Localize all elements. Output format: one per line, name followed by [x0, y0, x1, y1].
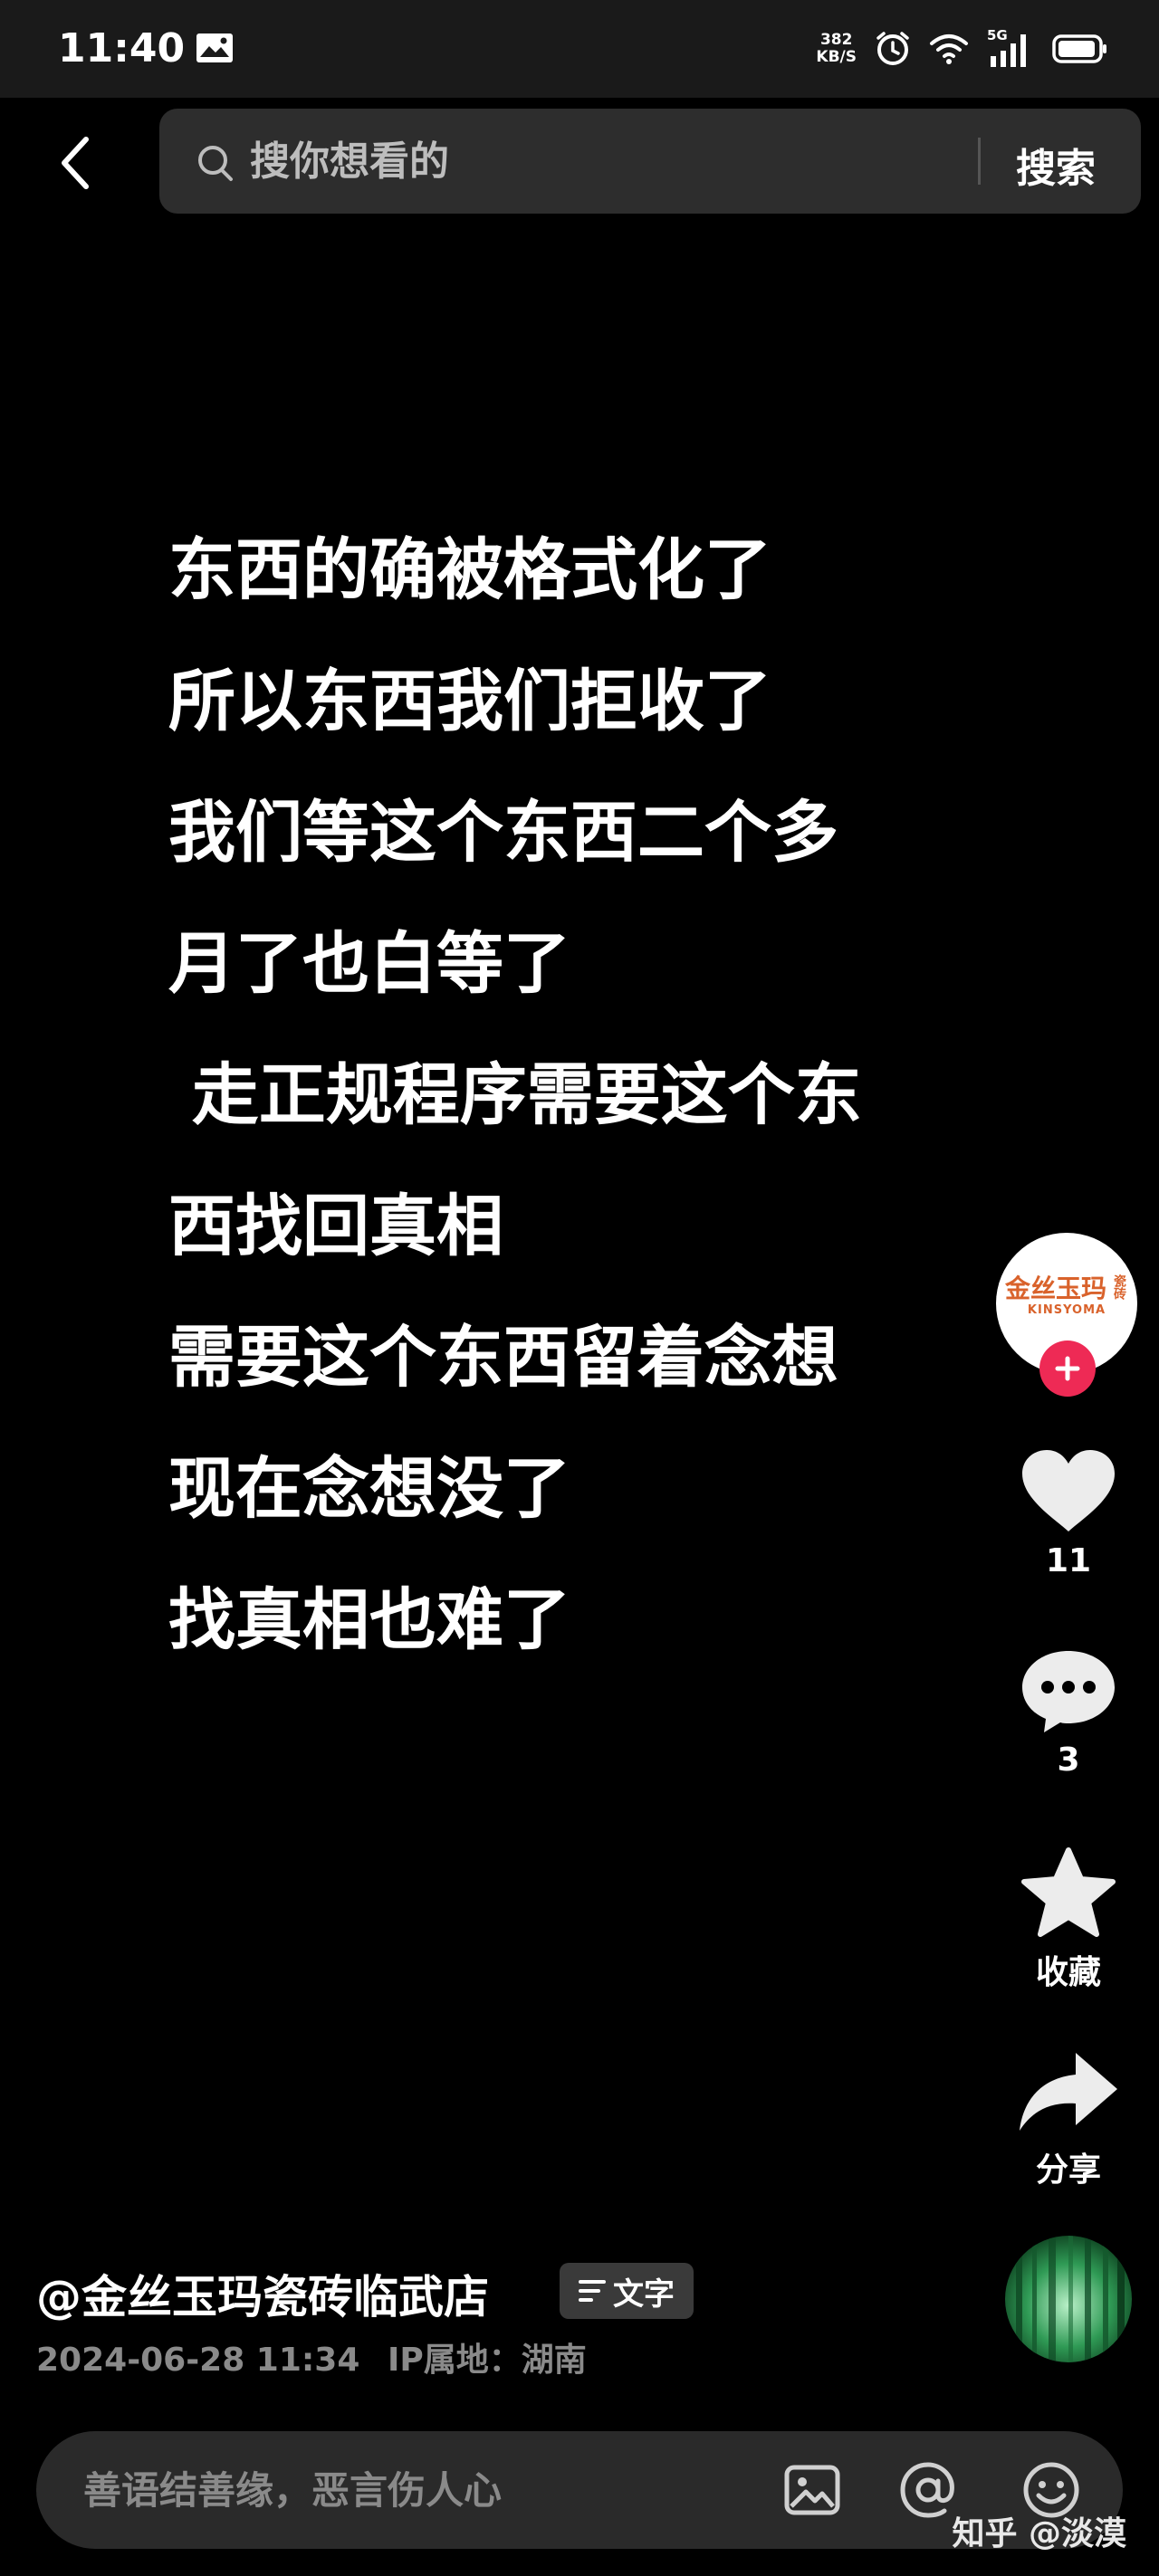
- comment-button[interactable]: 3: [1005, 1646, 1132, 1779]
- avatar-logo-side: 瓷砖: [1112, 1274, 1126, 1300]
- share-label: 分享: [1035, 2151, 1101, 2189]
- content-line: 找真相也难了: [168, 1581, 570, 1659]
- share-button[interactable]: 分享: [1005, 2047, 1132, 2190]
- search-bar[interactable]: 搜索: [159, 109, 1141, 214]
- signal-indicator: 5G: [987, 27, 1034, 69]
- image-icon: [784, 2465, 840, 2515]
- comment-icon: [1022, 1651, 1115, 1732]
- at-icon: [900, 2462, 954, 2518]
- content-line: 西找回真相: [168, 1188, 503, 1265]
- comment-input[interactable]: [83, 2462, 771, 2518]
- follow-button[interactable]: [1039, 1340, 1096, 1397]
- search-input[interactable]: [250, 134, 1029, 188]
- text-tag-label: 文字: [613, 2275, 675, 2313]
- ip-location: IP属地：湖南: [387, 2342, 587, 2379]
- chevron-left-icon: [62, 137, 89, 189]
- plus-icon: [1055, 1356, 1080, 1381]
- avatar-logo-sub: KINSYOMA: [1027, 1303, 1106, 1317]
- text-lines-icon: [579, 2280, 606, 2302]
- text-tag[interactable]: 文字: [560, 2263, 694, 2319]
- network-speed-unit: KB/S: [816, 48, 857, 66]
- gallery-icon: [196, 33, 233, 62]
- content-line: 需要这个东西留着念想: [168, 1319, 838, 1397]
- music-disc[interactable]: [1005, 2236, 1132, 2362]
- content-line: 所以东西我们拒收了: [168, 663, 771, 740]
- comment-count: 3: [1057, 1741, 1080, 1779]
- post-date: 2024-06-28 11:34: [36, 2342, 360, 2379]
- favorite-button[interactable]: 收藏: [1005, 1846, 1132, 1993]
- network-speed: 382 KB/S: [816, 32, 857, 66]
- search-divider: [978, 138, 981, 185]
- avatar-logo-text: 金丝玉玛: [1004, 1274, 1106, 1303]
- content-line: 我们等这个东西二个多: [168, 794, 838, 872]
- share-arrow-icon: [1020, 2053, 1117, 2131]
- like-count: 11: [1045, 1542, 1092, 1579]
- back-button[interactable]: [43, 127, 107, 199]
- content-line: 走正规程序需要这个东: [168, 1056, 862, 1134]
- like-button[interactable]: 11: [1005, 1446, 1132, 1579]
- mention-button[interactable]: [896, 2458, 960, 2522]
- wifi-icon: [930, 34, 968, 64]
- avatar-logo: 金丝玉玛 瓷砖 KINSYOMA: [1003, 1269, 1130, 1317]
- watermark: 知乎 @淡漠: [952, 2515, 1126, 2552]
- content-line: 东西的确被格式化了: [168, 531, 771, 609]
- network-speed-value: 382: [819, 31, 853, 49]
- author-name[interactable]: @金丝玉玛瓷砖临武店: [36, 2261, 489, 2326]
- image-button[interactable]: [781, 2458, 844, 2522]
- search-button[interactable]: 搜索: [1016, 136, 1096, 194]
- battery-icon: [1052, 34, 1106, 63]
- search-icon: [198, 146, 233, 181]
- status-time: 11:40: [58, 25, 186, 72]
- status-bar: 11:40 382 KB/S 5G: [0, 0, 1159, 98]
- content-line: 月了也白等了: [168, 925, 570, 1003]
- alarm-icon: [876, 32, 909, 65]
- favorite-label: 收藏: [1035, 1954, 1101, 1991]
- content-line: 现在念想没了: [168, 1450, 570, 1528]
- star-icon: [1021, 1847, 1116, 1937]
- heart-icon: [1022, 1450, 1115, 1531]
- forest-cover-image: [1005, 2236, 1132, 2362]
- post-meta: 2024-06-28 11:34 IP属地：湖南: [36, 2333, 587, 2380]
- signal-icon: [991, 34, 1026, 67]
- video-text-content: 东西的确被格式化了 所以东西我们拒收了 我们等这个东西二个多 月了也白等了 走正…: [168, 525, 983, 1706]
